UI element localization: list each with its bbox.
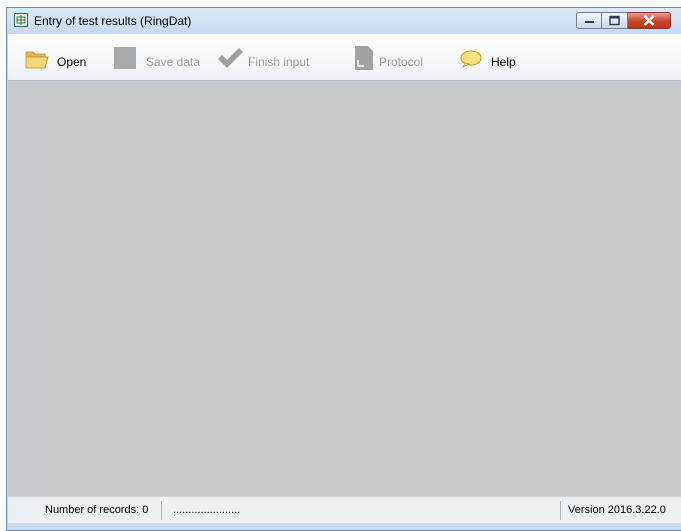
open-button[interactable]: Open [25, 34, 95, 80]
close-icon [643, 15, 655, 26]
finish-input-label: Finish input [248, 55, 310, 69]
status-separator [560, 501, 561, 520]
title-bar[interactable]: Entry of test results (RingDat) [7, 8, 681, 34]
help-label: Help [491, 55, 516, 69]
speech-bubble-icon [460, 50, 482, 68]
open-label: Open [57, 55, 87, 69]
protocol-label: Protocol [379, 55, 424, 69]
minimize-icon [585, 21, 594, 23]
status-bar: Number of records: 0 ...................… [8, 496, 681, 524]
finish-input-button[interactable]: Finish input [217, 34, 317, 80]
close-button[interactable] [628, 12, 671, 29]
checkmark-icon [218, 48, 243, 68]
toolbar: Open Save data Finish input Protocol Hel… [8, 34, 681, 81]
protocol-button[interactable]: Protocol [355, 34, 435, 80]
window-title: Entry of test results (RingDat) [34, 14, 192, 28]
save-data-button[interactable]: Save data [114, 34, 204, 80]
minimize-button[interactable] [576, 12, 602, 29]
status-info: ...................... [173, 504, 241, 516]
help-button[interactable]: Help [460, 34, 524, 80]
maximize-icon [609, 15, 620, 26]
status-separator [161, 501, 162, 520]
record-count: Number of records: 0 [45, 504, 149, 516]
window-bottom-border [8, 523, 681, 530]
maximize-button[interactable] [602, 12, 628, 29]
save-data-label: Save data [146, 55, 201, 69]
app-window: Entry of test results (RingDat) Open Sav… [6, 7, 681, 531]
folder-open-icon [25, 51, 49, 69]
document-icon [355, 46, 373, 70]
workspace-area [8, 81, 681, 496]
app-icon [14, 13, 28, 27]
save-icon [114, 47, 136, 69]
version-label: Version 2016.3.22.0 [568, 504, 666, 516]
